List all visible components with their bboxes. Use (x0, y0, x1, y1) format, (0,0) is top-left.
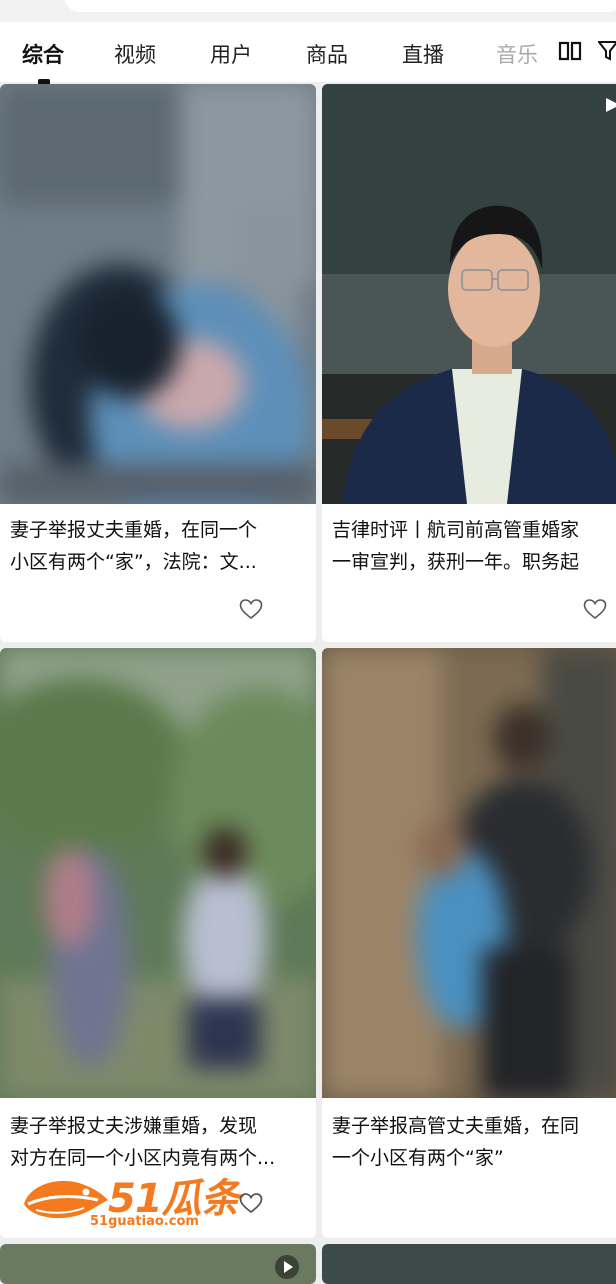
tab-comprehensive[interactable]: 综合 (22, 39, 64, 69)
card-title: 吉律时评丨航司前高管重婚家 一审宣判，获刑一年。职务起 (332, 519, 580, 573)
heart-icon[interactable] (239, 598, 263, 620)
card-title: 妻子举报丈夫重婚，在同一个 小区有两个“家”，法院：文... (10, 519, 258, 573)
card-photo (0, 648, 316, 1098)
category-tabs: 综合 视频 用户 商品 直播 音乐 (0, 22, 616, 85)
filter-icon[interactable] (598, 40, 616, 62)
tab-video[interactable]: 视频 (114, 39, 156, 69)
tab-music[interactable]: 音乐 (496, 39, 538, 69)
tab-users[interactable]: 用户 (210, 39, 252, 69)
watermark-url: 51guatiao.com (90, 1214, 199, 1229)
card-photo (322, 84, 616, 504)
play-icon (606, 98, 616, 112)
card-photo (0, 1244, 316, 1284)
card-title: 妻子举报丈夫涉嫌重婚，发现 对方在同一个小区内竟有两个... (10, 1115, 276, 1169)
tab-live[interactable]: 直播 (402, 39, 444, 69)
result-card[interactable]: 吉律时评丨航司前高管重婚家 一审宣判，获刑一年。职务起 (322, 84, 616, 642)
card-photo (0, 84, 316, 504)
top-strip (0, 0, 616, 22)
play-icon (275, 1255, 299, 1279)
result-card[interactable] (0, 1244, 316, 1284)
search-bar[interactable] (64, 0, 616, 12)
card-title: 妻子举报高管丈夫重婚，在同 一个小区有两个“家” (332, 1115, 580, 1169)
result-card[interactable]: 妻子举报丈夫涉嫌重婚，发现 对方在同一个小区内竟有两个... (0, 648, 316, 1238)
result-card[interactable]: 妻子举报丈夫重婚，在同一个 小区有两个“家”，法院：文... (0, 84, 316, 642)
watermark-logo: 51瓜条 51guatiao.com (20, 1172, 241, 1234)
result-card[interactable] (322, 1244, 616, 1284)
card-photo (322, 648, 616, 1098)
heart-icon[interactable] (239, 1192, 263, 1214)
result-card[interactable]: 妻子举报高管丈夫重婚，在同 一个小区有两个“家” (322, 648, 616, 1238)
tab-products[interactable]: 商品 (306, 39, 348, 69)
card-photo (322, 1244, 616, 1284)
heart-icon[interactable] (583, 598, 607, 620)
book-open-icon[interactable] (558, 40, 582, 62)
